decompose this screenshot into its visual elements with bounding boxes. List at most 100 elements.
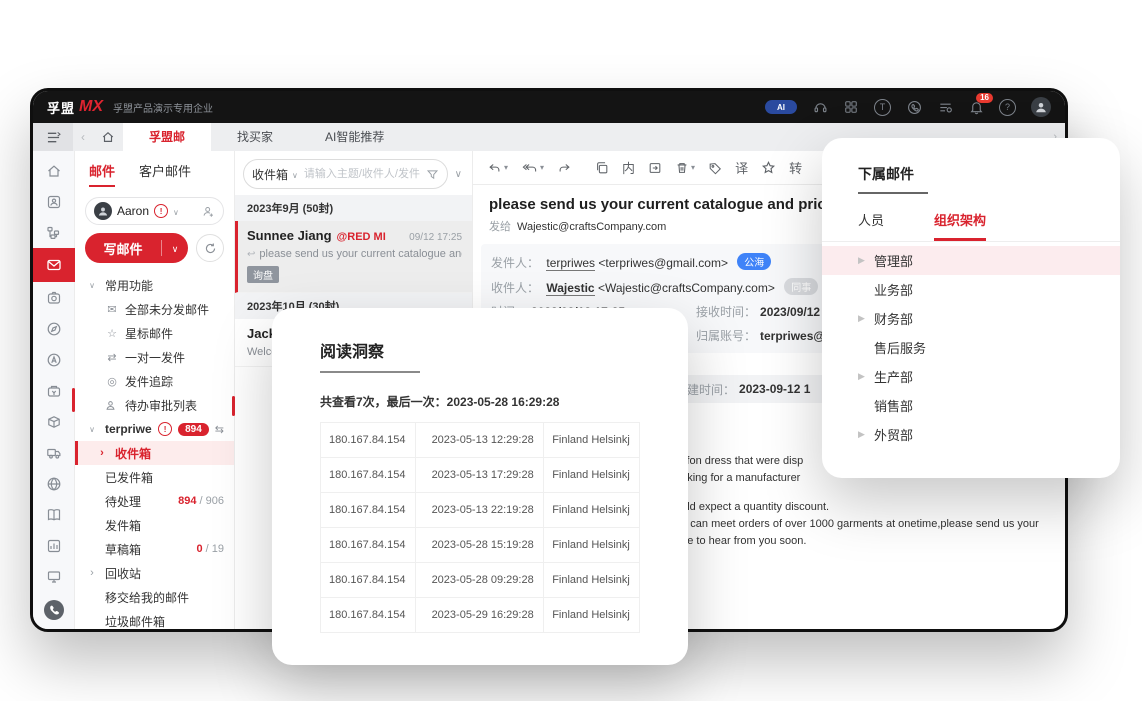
folder-trash-station[interactable]: › 回收站 — [85, 561, 224, 585]
tab-org-structure[interactable]: 组织架构 — [934, 210, 986, 241]
tab-fumeng-mail[interactable]: 孚盟邮 — [123, 123, 211, 151]
stage: 孚盟 MX 孚盟产品演示专用企业 AI T — [0, 0, 1142, 701]
translate-button[interactable]: 译 — [735, 158, 748, 177]
location-cell: Finland Helsinkj — [544, 598, 640, 633]
forward-button[interactable] — [557, 161, 572, 175]
account-selector[interactable]: Aaron ! — [85, 197, 224, 225]
dept-management[interactable]: 管理部 — [822, 246, 1120, 275]
tab-personnel[interactable]: 人员 — [858, 210, 884, 241]
copy-button[interactable] — [595, 161, 609, 175]
theme-icon[interactable]: T — [874, 99, 891, 116]
rail-workstation-icon[interactable] — [33, 561, 75, 592]
from-name[interactable]: terpriwes — [546, 256, 595, 271]
recipient-name[interactable]: Wajestic — [546, 281, 594, 296]
folder-drafts[interactable]: 草稿箱 0 / 19 — [85, 537, 224, 561]
rail-finance-icon[interactable] — [33, 375, 75, 406]
task-list-icon[interactable] — [937, 99, 953, 115]
account-alert-badge: ! — [158, 422, 172, 436]
phone-icon[interactable] — [906, 99, 922, 115]
refresh-button[interactable] — [196, 234, 224, 262]
rail-home-icon[interactable] — [33, 155, 75, 186]
rail-global-trade-icon[interactable] — [33, 468, 75, 499]
folder-group-account[interactable]: terpriwes@gm ! 894 ⇆ — [85, 417, 224, 441]
compose-button[interactable]: 写邮件 — [85, 233, 188, 263]
table-row: 180.167.84.154 2023-05-28 15:19:28 Finla… — [321, 528, 640, 563]
dept-production[interactable]: 生产部 — [822, 362, 1120, 391]
folder-send-tracking[interactable]: ◎ 发件追踪 — [85, 369, 224, 393]
ip-cell: 180.167.84.154 — [321, 493, 416, 528]
brand-logo-mx: MX — [79, 98, 103, 116]
folder-one-to-one[interactable]: ⇄ 一对一发件 — [85, 345, 224, 369]
sync-icon[interactable]: ⇆ — [215, 423, 224, 436]
add-user-icon[interactable] — [202, 205, 215, 218]
expand-arrow-icon[interactable] — [858, 429, 874, 440]
rail-mail-icon[interactable] — [33, 248, 75, 282]
rail-contacts-icon[interactable] — [33, 186, 75, 217]
folder-starred[interactable]: ☆ 星标邮件 — [85, 321, 224, 345]
search-input[interactable] — [302, 167, 422, 181]
sidebar-toggle-icon[interactable] — [33, 123, 73, 151]
home-icon[interactable] — [93, 130, 123, 144]
rail-discover-icon[interactable] — [33, 313, 75, 344]
tab-customer-mail[interactable]: 客户邮件 — [139, 161, 191, 187]
rail-products-icon[interactable] — [33, 406, 75, 437]
delete-button[interactable] — [675, 161, 695, 175]
compose-label[interactable]: 写邮件 — [85, 239, 161, 258]
move-to-button[interactable] — [648, 161, 662, 175]
ip-cell: 180.167.84.154 — [321, 458, 416, 493]
expand-arrow-icon[interactable] — [858, 313, 874, 324]
org-name: 孚盟产品演示专用企业 — [113, 100, 213, 115]
nav-back-icon[interactable]: ‹ — [73, 130, 93, 144]
pending-count: 894 / 906 — [178, 495, 224, 507]
dept-foreign-trade[interactable]: 外贸部 — [822, 420, 1120, 449]
folder-filter-select[interactable]: 收件箱 — [252, 166, 288, 183]
internal-mail-button[interactable]: 内 — [622, 158, 635, 177]
expand-arrow-icon[interactable] — [858, 371, 874, 382]
rail-contact-phone-icon[interactable] — [33, 594, 75, 625]
rail-scroll-indicator[interactable] — [72, 388, 75, 412]
reply-button[interactable] — [487, 161, 508, 175]
folder-inbox[interactable]: 收件箱 — [75, 441, 234, 465]
transfer-button[interactable]: 转 — [789, 158, 802, 177]
user-avatar[interactable] — [1031, 97, 1051, 117]
email-list-item[interactable]: Sunnee Jiang @RED MI 09/12 17:25 please … — [235, 221, 472, 293]
folder-sent[interactable]: 已发件箱 — [85, 465, 224, 489]
rail-assistant-icon[interactable] — [33, 344, 75, 375]
expand-arrow-icon[interactable] — [858, 255, 874, 266]
collapse-list-icon[interactable]: ∨ — [453, 169, 464, 180]
folder-approval-list[interactable]: 待办审批列表 — [85, 393, 224, 417]
headset-icon[interactable] — [812, 99, 828, 115]
rail-workbench-icon[interactable] — [33, 282, 75, 313]
rail-statistics-icon[interactable] — [33, 530, 75, 561]
filter-funnel-icon[interactable] — [426, 168, 439, 181]
dept-business[interactable]: 业务部 — [822, 275, 1120, 304]
folder-transferred[interactable]: 移交给我的邮件 — [85, 585, 224, 609]
ip-cell: 180.167.84.154 — [321, 528, 416, 563]
folder-group-common[interactable]: 常用功能 — [85, 273, 224, 297]
dept-after-sales[interactable]: 售后服务 — [822, 333, 1120, 362]
rail-documents-icon[interactable] — [33, 499, 75, 530]
tab-find-buyers[interactable]: 找买家 — [211, 123, 299, 151]
tab-mail[interactable]: 邮件 — [89, 161, 115, 187]
folder-scroll-indicator[interactable] — [232, 396, 235, 416]
insight-title: 阅读洞察 — [320, 338, 640, 362]
folder-pending[interactable]: 待处理 894 / 906 — [85, 489, 224, 513]
apps-grid-icon[interactable] — [843, 99, 859, 115]
folder-undistributed[interactable]: ✉ 全部未分发邮件 — [85, 297, 224, 321]
to-label: 发给 — [489, 221, 511, 233]
rail-org-structure-icon[interactable] — [33, 217, 75, 248]
star-button[interactable] — [761, 160, 776, 175]
folder-outbox[interactable]: 发件箱 — [85, 513, 224, 537]
bell-icon[interactable]: 16 — [968, 99, 984, 115]
tab-ai-recommend[interactable]: AI智能推荐 — [299, 123, 410, 151]
search-bar[interactable]: 收件箱 — [243, 159, 448, 189]
compose-dropdown-icon[interactable] — [162, 241, 188, 255]
folder-spam[interactable]: 垃圾邮件箱 — [85, 609, 224, 632]
reply-all-button[interactable] — [521, 161, 544, 175]
ai-assistant-icon[interactable]: AI — [765, 100, 797, 114]
dept-finance[interactable]: 财务部 — [822, 304, 1120, 333]
rail-logistics-icon[interactable] — [33, 437, 75, 468]
help-icon[interactable]: ? — [999, 99, 1016, 116]
tag-button[interactable] — [708, 161, 722, 175]
dept-sales[interactable]: 销售部 — [822, 391, 1120, 420]
